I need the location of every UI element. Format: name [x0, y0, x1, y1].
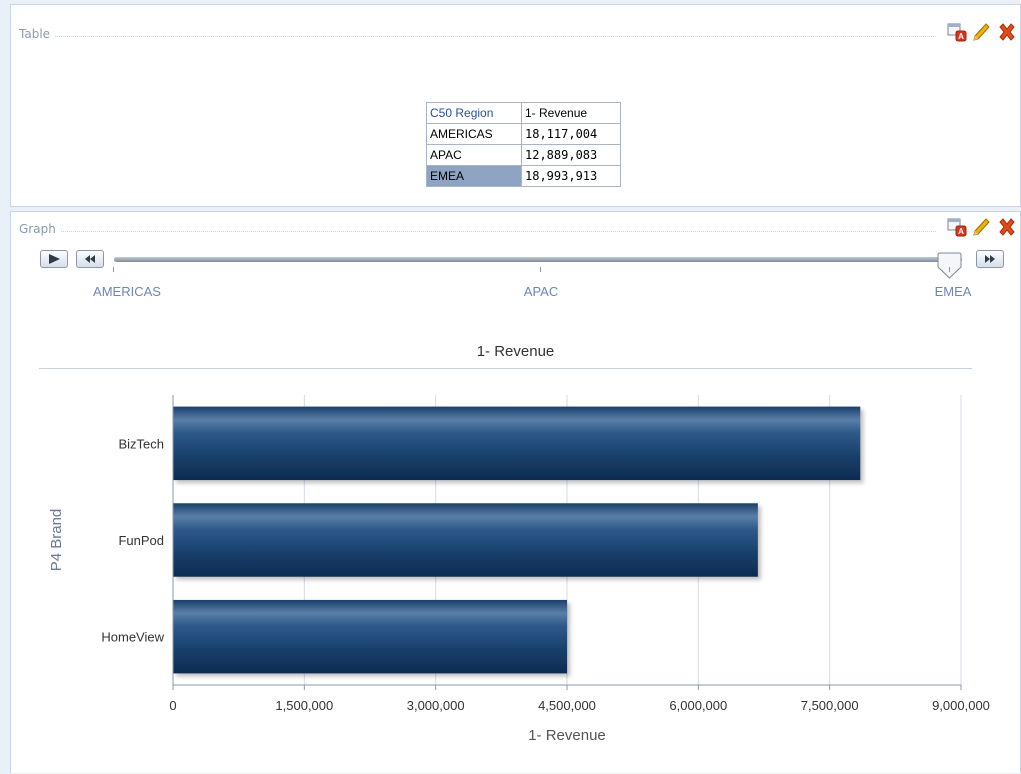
x-axis-title: 1- Revenue	[528, 727, 606, 744]
bar	[173, 406, 861, 481]
x-tick-label: 7,500,000	[801, 698, 859, 713]
y-category-label: BizTech	[118, 436, 164, 451]
y-axis-title: P4 Brand	[48, 509, 65, 572]
view-properties-icon[interactable]: A	[946, 21, 968, 43]
pivot-table: C50 Region 1- Revenue AMERICAS 18,117,00…	[426, 102, 621, 187]
edit-pencil-icon[interactable]	[970, 21, 992, 43]
svg-text:A: A	[958, 32, 964, 41]
table-row[interactable]: APAC 12,889,083	[426, 144, 621, 166]
remove-view-icon[interactable]	[996, 21, 1018, 43]
y-category-label: FunPod	[118, 533, 164, 548]
table-row[interactable]: EMEA 18,993,913	[426, 165, 621, 187]
region-cell[interactable]: EMEA	[426, 165, 522, 187]
x-tick-label: 3,000,000	[407, 698, 465, 713]
x-tick-label: 1,500,000	[275, 698, 333, 713]
table-view-header: Table A	[11, 5, 1020, 42]
region-cell[interactable]: AMERICAS	[426, 123, 522, 145]
x-tick-label: 4,500,000	[538, 698, 596, 713]
table-view: Table A C50 Region 1- Revenue AMERICAS 1…	[10, 4, 1021, 207]
x-tick-label: 9,000,000	[932, 698, 990, 713]
table-view-toolbar: A	[936, 21, 1020, 43]
y-category-label: HomeView	[101, 630, 164, 645]
header-divider	[19, 36, 936, 37]
pivot-header-row: C50 Region 1- Revenue	[426, 102, 621, 124]
x-tick-label: 6,000,000	[669, 698, 727, 713]
revenue-cell: 18,993,913	[521, 165, 621, 187]
region-column-header[interactable]: C50 Region	[426, 102, 522, 124]
graph-view-title: Graph	[19, 222, 60, 236]
region-cell[interactable]: APAC	[426, 144, 522, 166]
x-tick-label: 0	[169, 698, 176, 713]
revenue-column-header: 1- Revenue	[521, 102, 621, 124]
table-view-title: Table	[19, 27, 55, 41]
revenue-cell: 12,889,083	[521, 144, 621, 166]
bar	[173, 503, 758, 577]
bar-chart: 0 1,500,000 3,000,000 4,500,000 6,000,000 7,5…	[48, 395, 990, 744]
table-row[interactable]: AMERICAS 18,117,004	[426, 123, 621, 145]
graph-view: Graph A AMERICAS APAC EMEA 1- Revenue 0 …	[10, 211, 1021, 773]
bar	[173, 599, 567, 674]
revenue-cell: 18,117,004	[521, 123, 621, 145]
